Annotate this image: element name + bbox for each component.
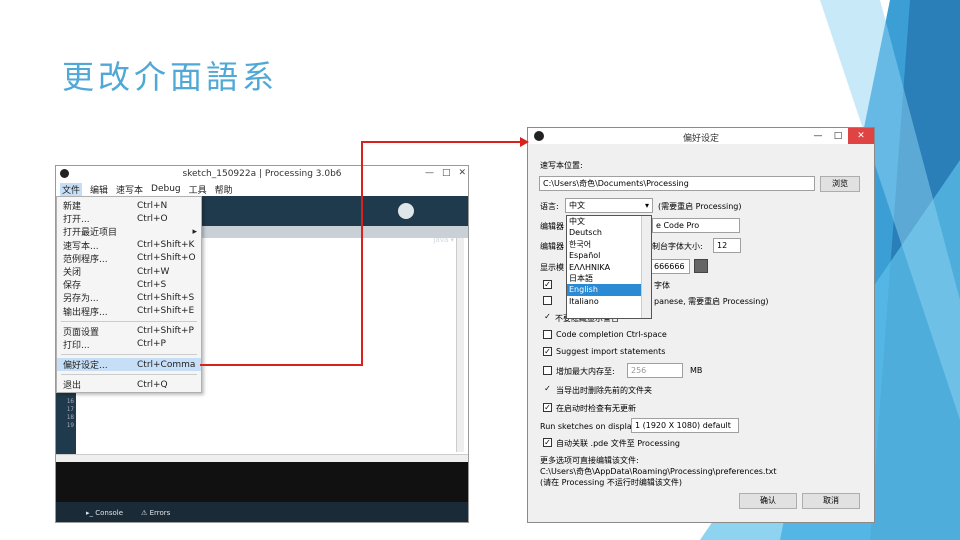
connector-arrow — [200, 137, 529, 366]
